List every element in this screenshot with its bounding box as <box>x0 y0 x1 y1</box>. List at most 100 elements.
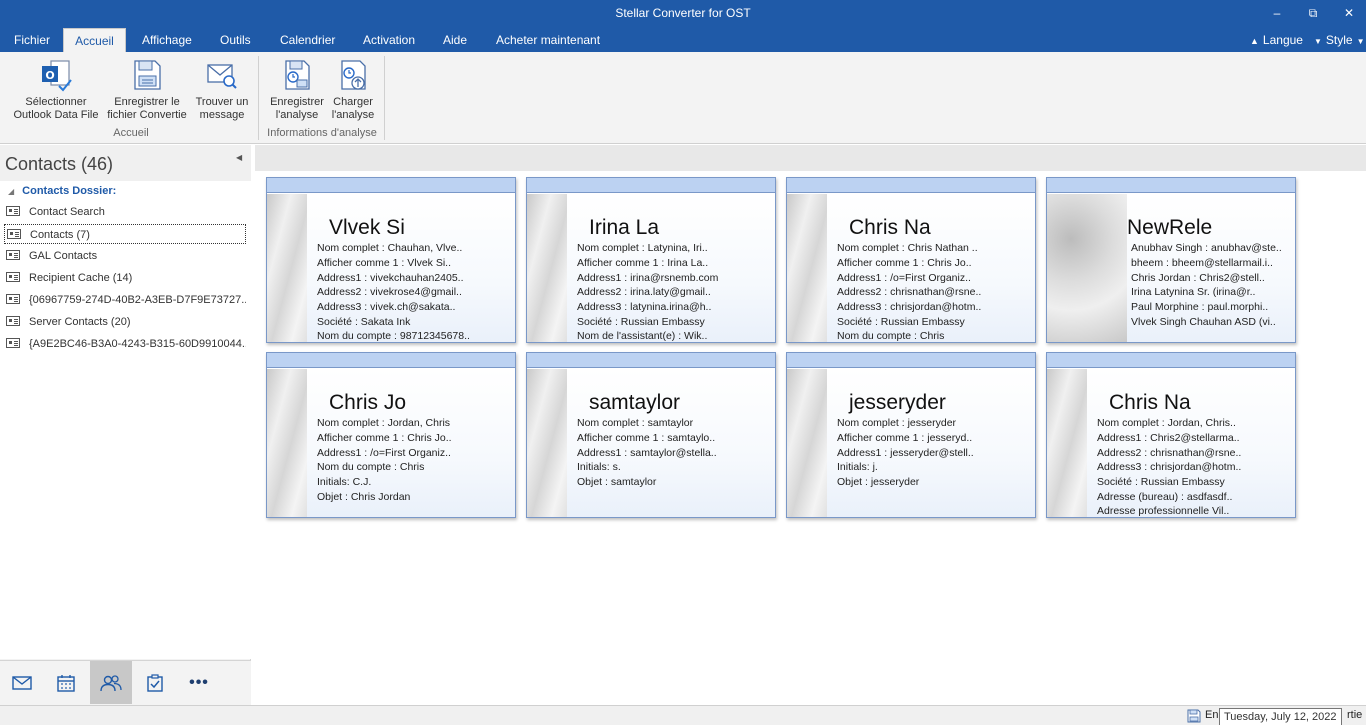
contact-card-icon <box>7 229 21 240</box>
expand-icon[interactable]: ◢ <box>8 187 14 196</box>
folder-pane: Contacts (46) ◀ ◢ Contacts Dossier: Conta… <box>0 145 251 705</box>
card-member: Irina Latynina Sr. (irina@r.. <box>1131 286 1256 298</box>
restore-button[interactable]: ⧉ <box>1302 4 1324 22</box>
title-bar: Stellar Converter for OST ‒ ⧉ ✕ <box>0 0 1366 28</box>
card-field: Address2 : vivekrose4@gmail.. <box>317 286 462 298</box>
card-member: Chris Jordan : Chris2@stell.. <box>1131 272 1265 284</box>
tree-item-contacts[interactable]: Contacts (7) <box>4 224 246 244</box>
card-field: Address1 : /o=First Organiz.. <box>317 447 451 459</box>
find-message-icon <box>207 64 237 89</box>
save-scan-button[interactable]: Enregistrer l'analyse <box>266 58 328 122</box>
save-scan-line2: l'analyse <box>275 109 319 121</box>
tree-item-label: Server Contacts (20) <box>29 316 131 328</box>
select-outlook-file-button[interactable]: O Sélectionner Outlook Data File <box>10 58 102 122</box>
card-name: NewRele <box>1127 216 1213 239</box>
collapse-left-icon[interactable]: ◀ <box>236 153 242 162</box>
card-field: Afficher comme 1 : Chris Jo.. <box>317 432 452 444</box>
minimize-button[interactable]: ‒ <box>1266 4 1288 22</box>
card-field: Nom complet : Chauhan, Vlve.. <box>317 242 463 254</box>
chevron-down-icon: ▼ <box>1314 37 1322 46</box>
calendar-nav-button[interactable] <box>45 661 87 704</box>
menu-bar: Fichier Accueil Affichage Outils Calendr… <box>0 28 1366 52</box>
contact-card[interactable]: samtaylor Nom complet : samtaylor Affich… <box>526 352 776 518</box>
card-photo-placeholder <box>267 369 307 517</box>
card-member: bheem : bheem@stellarmail.i.. <box>1131 257 1273 269</box>
card-field: Société : Russian Embassy <box>837 316 965 328</box>
contact-card-icon <box>6 316 20 327</box>
card-photo-placeholder <box>267 194 307 342</box>
menu-aide[interactable]: Aide <box>443 28 467 52</box>
card-field: Nom du compte : Chris <box>317 461 425 473</box>
more-nav-button[interactable]: ••• <box>178 661 220 704</box>
card-field: Address3 : vivek.ch@sakata.. <box>317 301 456 313</box>
card-name: Vlvek Si <box>329 216 405 239</box>
tree-item-guid-folder-1[interactable]: {06967759-274D-40B2-A3EB-D7F9E73727... <box>4 290 246 310</box>
card-field: Initials: j. <box>837 461 878 473</box>
menu-acheter[interactable]: Acheter maintenant <box>496 28 600 52</box>
card-field: Nom du compte : 98712345678.. <box>317 330 470 342</box>
card-field: Address1 : irina@rsnemb.com <box>577 272 719 284</box>
contact-card[interactable]: Chris Na Nom complet : Jordan, Chris.. A… <box>1046 352 1296 518</box>
card-field: Nom complet : Chris Nathan .. <box>837 242 978 254</box>
ribbon: O Sélectionner Outlook Data File Enregis… <box>0 52 1366 144</box>
card-photo-placeholder <box>787 369 827 517</box>
style-menu[interactable]: ▼ Style ▼ <box>1314 28 1365 52</box>
card-header-bar <box>527 353 775 368</box>
group-label-informations: Informations d'analyse <box>267 127 377 139</box>
find-message-button[interactable]: Trouver un message <box>192 58 252 122</box>
contact-card-icon <box>6 250 20 261</box>
load-scan-line2: l'analyse <box>331 109 375 121</box>
card-field: Address3 : chrisjordan@hotm.. <box>837 301 982 313</box>
card-header-bar <box>787 353 1035 368</box>
save-converted-line1: Enregistrer le <box>114 96 180 108</box>
contact-card[interactable]: jesseryder Nom complet : jesseryder Affi… <box>786 352 1036 518</box>
tree-item-gal-contacts[interactable]: GAL Contacts <box>4 246 246 266</box>
langue-menu[interactable]: ▲ Langue <box>1250 28 1303 52</box>
load-scan-line1: Charger <box>333 96 373 108</box>
card-name: Irina La <box>589 216 660 239</box>
card-name: Chris Jo <box>329 391 407 414</box>
outlook-file-icon: O <box>42 60 72 92</box>
load-scan-button[interactable]: Charger l'analyse <box>326 58 380 122</box>
contact-card[interactable]: Chris Jo Nom complet : Jordan, Chris Aff… <box>266 352 516 518</box>
menu-activation[interactable]: Activation <box>363 28 415 52</box>
save-converted-file-button[interactable]: Enregistrer le fichier Convertie <box>104 58 190 122</box>
tasks-nav-button[interactable] <box>134 661 176 704</box>
tree-item-recipient-cache[interactable]: Recipient Cache (14) <box>4 268 246 288</box>
tree-item-guid-folder-2[interactable]: {A9E2BC46-B3A0-4243-B315-60D9910044... <box>4 334 246 354</box>
distribution-list-card[interactable]: NewRele Anubhav Singh : anubhav@ste.. bh… <box>1046 177 1296 343</box>
tree-item-server-contacts[interactable]: Server Contacts (20) <box>4 312 246 332</box>
tree-root[interactable]: ◢ Contacts Dossier: <box>8 185 116 197</box>
card-field: Société : Sakata Ink <box>317 316 411 328</box>
contact-card[interactable]: Chris Na Nom complet : Chris Nathan .. A… <box>786 177 1036 343</box>
contacts-nav-button[interactable] <box>90 661 132 704</box>
card-field: Objet : Chris Jordan <box>317 491 411 503</box>
tree-item-contact-search[interactable]: Contact Search <box>4 202 246 222</box>
tree-item-label: Recipient Cache (14) <box>29 272 133 284</box>
menu-outils[interactable]: Outils <box>220 28 251 52</box>
card-member: Vlvek Singh Chauhan ASD (vi.. <box>1131 316 1276 328</box>
card-name: jesseryder <box>849 391 946 414</box>
save-scan-line1: Enregistrer <box>270 96 324 108</box>
card-name: Chris Na <box>849 216 931 239</box>
contact-card[interactable]: Irina La Nom complet : Latynina, Iri.. A… <box>526 177 776 343</box>
card-header-bar <box>1047 353 1295 368</box>
folder-pane-header: Contacts (46) ◀ <box>0 145 251 181</box>
card-field: Société : Russian Embassy <box>1097 476 1225 488</box>
close-button[interactable]: ✕ <box>1338 4 1360 22</box>
menu-calendrier[interactable]: Calendrier <box>280 28 335 52</box>
tree-item-label: {A9E2BC46-B3A0-4243-B315-60D9910044... <box>29 338 246 350</box>
window-title: Stellar Converter for OST <box>615 6 751 20</box>
tasks-icon <box>147 674 163 692</box>
menu-fichier[interactable]: Fichier <box>14 28 50 52</box>
contacts-view: Vlvek Si Nom complet : Chauhan, Vlve.. A… <box>255 145 1366 705</box>
tree-item-label: {06967759-274D-40B2-A3EB-D7F9E73727... <box>29 294 246 306</box>
mail-nav-button[interactable] <box>1 661 43 704</box>
card-field: Adresse (bureau) : asdfasdf.. <box>1097 491 1233 503</box>
find-message-line1: Trouver un <box>195 96 249 108</box>
langue-label: Langue <box>1262 33 1303 47</box>
contact-card[interactable]: Vlvek Si Nom complet : Chauhan, Vlve.. A… <box>266 177 516 343</box>
menu-affichage[interactable]: Affichage <box>142 28 192 52</box>
menu-accueil[interactable]: Accueil <box>63 28 126 52</box>
card-field: Adresse professionnelle Vil.. <box>1097 505 1230 517</box>
